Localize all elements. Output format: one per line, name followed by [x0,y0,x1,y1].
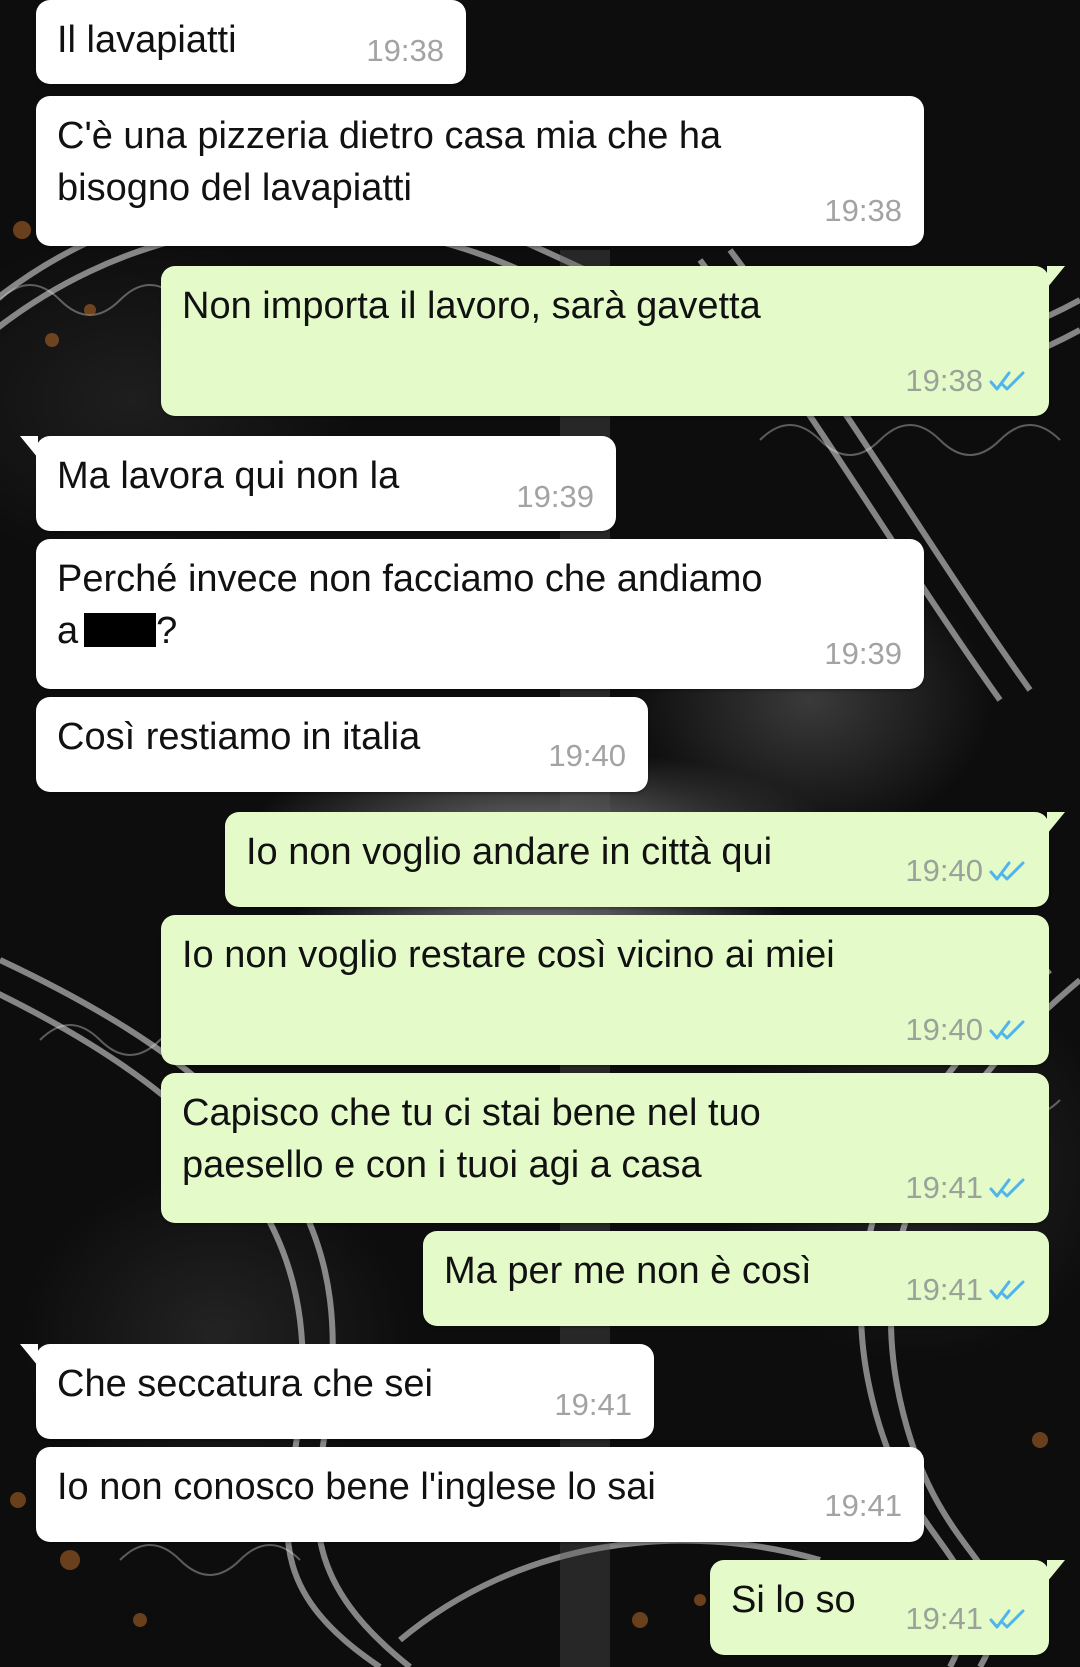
message-text: paesello e con i tuoi agi a casa [182,1144,702,1186]
message-meta: 19:39 [516,480,594,514]
double-check-icon [989,1178,1025,1198]
message-meta: 19:38 [366,34,444,68]
incoming-message-bubble[interactable]: C'è una pizzeria dietro casa mia che ha b… [36,96,924,246]
incoming-message-bubble[interactable]: Così restiamo in italia 19:40 [36,697,648,792]
read-receipt-icon [989,1176,1027,1200]
read-receipt-icon [989,1607,1027,1631]
message-timestamp: 19:41 [554,1387,632,1422]
message-text: a? [57,605,177,657]
message-meta: 19:38 [824,194,902,228]
bubble-tail [20,436,38,458]
message-meta: 19:39 [824,637,902,671]
message-timestamp: 19:41 [905,1170,983,1205]
message-text-fragment: ? [156,610,178,652]
incoming-message-bubble[interactable]: Il lavapiatti 19:38 [36,0,466,84]
double-check-icon [989,1280,1025,1300]
message-timestamp: 19:38 [366,33,444,68]
read-receipt-icon [989,369,1027,393]
message-text: Ma per me non è così [444,1250,812,1292]
message-meta: 19:41 [905,1171,1027,1205]
message-timestamp: 19:39 [516,479,594,514]
message-meta: 19:41 [554,1388,632,1422]
message-text: Capisco che tu ci stai bene nel tuo [182,1092,761,1134]
incoming-message-bubble[interactable]: Ma lavora qui non la 19:39 [20,436,616,531]
outgoing-message-bubble[interactable]: Capisco che tu ci stai bene nel tuo paese… [161,1073,1049,1223]
message-text: Si lo so [731,1579,856,1621]
message-timestamp: 19:40 [905,853,983,888]
read-receipt-icon [989,1018,1027,1042]
message-timestamp: 19:38 [905,363,983,398]
bubble-tail [1047,812,1065,834]
message-timestamp: 19:40 [548,738,626,773]
message-text: Io non voglio andare in città qui [246,831,773,873]
message-meta: 19:38 [905,364,1027,398]
outgoing-message-bubble[interactable]: Ma per me non è così 19:41 [423,1231,1049,1326]
message-text: Ma lavora qui non la [57,455,400,497]
message-text: C'è una pizzeria dietro casa mia che ha [57,115,722,157]
outgoing-message-bubble[interactable]: Non importa il lavoro, sarà gavetta 19:38 [161,266,1065,416]
message-text: Così restiamo in italia [57,716,421,758]
message-meta: 19:41 [824,1489,902,1523]
incoming-message-bubble[interactable]: Perché invece non facciamo che andiamo a?… [36,539,924,689]
outgoing-message-bubble[interactable]: Si lo so 19:41 [710,1560,1065,1655]
message-meta: 19:40 [548,739,626,773]
message-meta: 19:40 [905,854,1027,888]
message-text: Che seccatura che sei [57,1363,433,1405]
message-timestamp: 19:39 [824,636,902,671]
message-timestamp: 19:41 [824,1488,902,1523]
message-text: Non importa il lavoro, sarà gavetta [182,285,761,327]
redaction-block [84,613,157,647]
outgoing-message-bubble[interactable]: Io non voglio andare in città qui 19:40 [225,812,1065,907]
message-meta: 19:40 [905,1013,1027,1047]
double-check-icon [989,1020,1025,1040]
message-text: bisogno del lavapiatti [57,167,412,209]
double-check-icon [989,371,1025,391]
bubble-tail [1047,266,1065,288]
message-meta: 19:41 [905,1273,1027,1307]
incoming-message-bubble[interactable]: Che seccatura che sei 19:41 [20,1344,654,1439]
outgoing-message-bubble[interactable]: Io non voglio restare così vicino ai mie… [161,915,1049,1065]
incoming-message-bubble[interactable]: Io non conosco bene l'inglese lo sai 19:4… [36,1447,924,1542]
message-timestamp: 19:41 [905,1272,983,1307]
message-text: Perché invece non facciamo che andiamo [57,558,763,600]
double-check-icon [989,861,1025,881]
message-timestamp: 19:41 [905,1601,983,1636]
double-check-icon [989,1609,1025,1629]
message-meta: 19:41 [905,1602,1027,1636]
bubble-tail [1047,1560,1065,1582]
message-timestamp: 19:38 [824,193,902,228]
message-text: Io non voglio restare così vicino ai mie… [182,934,835,976]
read-receipt-icon [989,1278,1027,1302]
message-timestamp: 19:40 [905,1012,983,1047]
read-receipt-icon [989,859,1027,883]
message-text: Io non conosco bene l'inglese lo sai [57,1466,656,1508]
message-text-fragment: a [57,610,79,652]
message-text: Il lavapiatti [57,19,237,61]
bubble-tail [20,1344,38,1366]
